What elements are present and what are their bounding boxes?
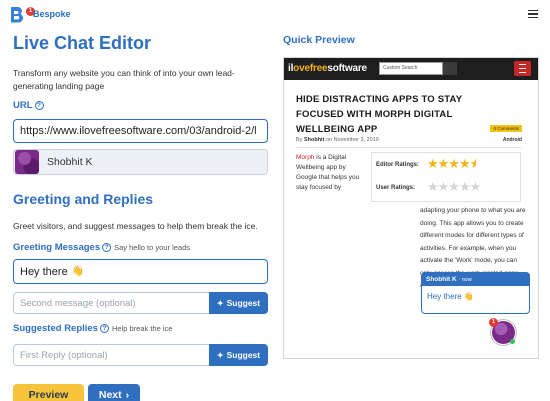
user-ratings-label: User Ratings:: [376, 185, 416, 191]
chevron-right-icon: ›: [125, 389, 130, 401]
comments-tag: 0 Comments: [490, 125, 522, 132]
chat-unread-badge: 1: [489, 318, 498, 327]
suggested-replies-label: Suggested Replies? Help break the ice: [13, 323, 173, 334]
greeting-messages-hint: Say hello to your leads: [114, 243, 191, 252]
divider: [296, 147, 521, 148]
site-header: ilovefreesoftware Custom Search: [284, 58, 538, 80]
greeting-message-1-input[interactable]: Hey there 👋: [13, 259, 268, 284]
website-preview: ilovefreesoftware Custom Search HIDE DIS…: [283, 57, 539, 359]
user-rating-stars: ★★★★★: [427, 179, 481, 194]
wave-emoji-icon: 👋: [71, 266, 85, 277]
quick-preview-title: Quick Preview: [283, 34, 355, 46]
hamburger-menu-icon[interactable]: [528, 10, 538, 19]
site-search-input: Custom Search: [379, 62, 443, 75]
chat-message: Hey there 👋: [427, 292, 474, 301]
chat-preview-bubble: Shobhit K · now Hey there 👋: [421, 272, 530, 314]
help-icon[interactable]: ?: [34, 101, 44, 110]
greeting-section-title: Greeting and Replies: [13, 191, 154, 207]
site-search-button: [443, 62, 457, 75]
suggested-replies-hint: Help break the ice: [112, 324, 173, 333]
editor-ratings-label: Editor Ratings:: [376, 162, 419, 168]
greeting-description: Greet visitors, and suggest messages to …: [13, 221, 258, 231]
editor-rating-stars: ★★★★★: [427, 156, 476, 171]
top-bar: 1 Bespoke: [0, 0, 550, 30]
magic-wand-icon: ✦: [216, 350, 224, 360]
greeting-messages-label: Greeting Messages? Say hello to your lead…: [13, 242, 191, 253]
ratings-box: Editor Ratings: ★★★★★ User Ratings: ★★★★…: [371, 152, 521, 202]
site-menu-icon: [514, 61, 531, 76]
article-title: HIDE DISTRACTING APPS TO STAY FOCUSED WI…: [296, 94, 463, 135]
url-input[interactable]: https://www.ilovefreesoftware.com/03/and…: [13, 119, 268, 143]
greeting-message-2-input[interactable]: Second message (optional): [13, 292, 210, 314]
wave-emoji-icon: 👋: [463, 292, 474, 301]
suggest-message-button[interactable]: ✦ Suggest: [209, 292, 268, 314]
online-status-dot: [510, 339, 515, 344]
site-logo: ilovefreesoftware: [288, 63, 367, 74]
agent-avatar: [15, 150, 39, 174]
article-byline: By Shobhit on November 3, 2019: [296, 137, 379, 143]
reply-1-input[interactable]: First Reply (optional): [13, 344, 210, 366]
article-paragraph-1: Morph is a Digital Wellbeing app by Goog…: [296, 154, 360, 191]
editor-description: Transform any website you can think of i…: [13, 68, 235, 91]
help-icon[interactable]: ?: [100, 324, 109, 333]
article-category: Android: [502, 137, 522, 143]
preview-button[interactable]: Preview: [13, 384, 84, 401]
url-label: URL?: [13, 100, 44, 111]
brand-name[interactable]: Bespoke: [33, 9, 71, 19]
agent-name: Shobhit K: [47, 156, 93, 168]
magic-wand-icon: ✦: [216, 298, 224, 308]
page-title: Live Chat Editor: [13, 33, 152, 53]
chat-header: Shobhit K · now: [422, 273, 529, 286]
agent-selector[interactable]: Shobhit K: [13, 149, 268, 175]
suggest-reply-button[interactable]: ✦ Suggest: [209, 344, 268, 366]
help-icon[interactable]: ?: [102, 243, 112, 252]
bespoke-logo-icon[interactable]: 1: [7, 5, 35, 25]
next-button[interactable]: Next ›: [88, 384, 140, 401]
